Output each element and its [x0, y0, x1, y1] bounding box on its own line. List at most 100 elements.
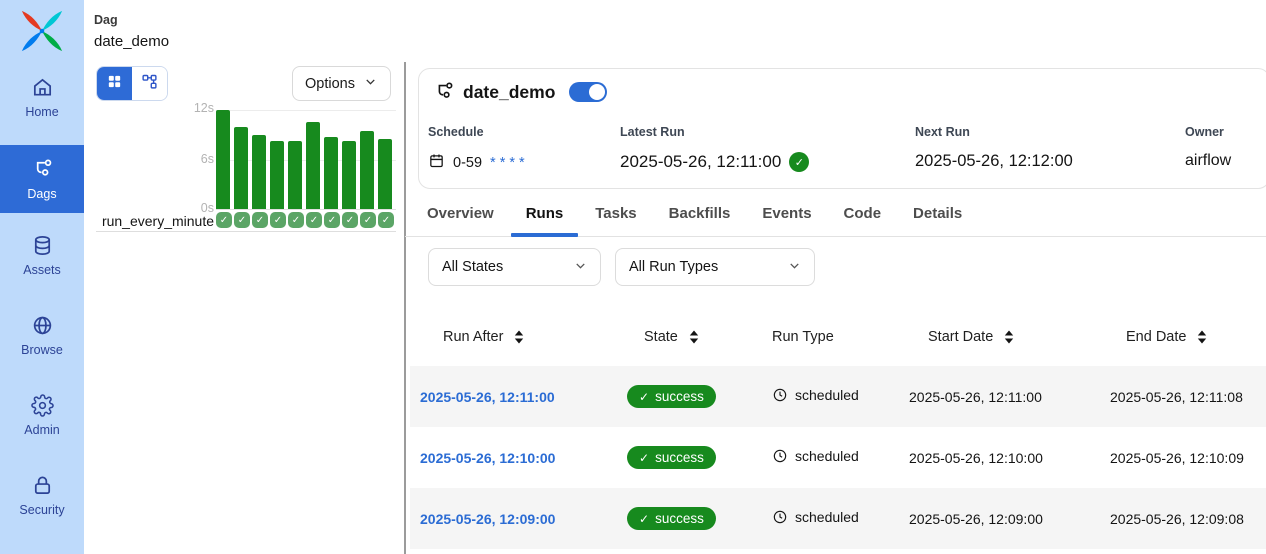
table-row: 2025-05-26, 12:09:00✓successscheduled202… — [410, 488, 1266, 549]
options-button-label: Options — [305, 76, 355, 92]
sidebar-item-label: Dags — [27, 187, 56, 201]
column-header-state[interactable]: State — [617, 329, 762, 345]
duration-bar[interactable] — [324, 137, 338, 209]
tab-tasks[interactable]: Tasks — [580, 203, 651, 236]
latest-run-value[interactable]: 2025-05-26, 12:11:00 — [620, 152, 781, 172]
column-header-start-date[interactable]: Start Date — [899, 329, 1100, 345]
sidebar-item-browse[interactable]: Browse — [0, 306, 84, 364]
run-type-filter-select[interactable]: All Run Types — [615, 248, 815, 286]
task-instance-success-box[interactable]: ✓ — [234, 212, 250, 228]
schedule-value: 0-59 — [453, 155, 482, 171]
sidebar-item-security[interactable]: Security — [0, 466, 84, 524]
column-header-label: Start Date — [928, 329, 993, 345]
run-after-link[interactable]: 2025-05-26, 12:09:00 — [420, 511, 555, 527]
field-next-run: Next Run 2025-05-26, 12:12:00 — [915, 125, 1073, 171]
column-header-label: Run After — [443, 329, 503, 345]
tab-details[interactable]: Details — [898, 203, 977, 236]
run-type-filter-value: All Run Types — [629, 259, 718, 275]
home-icon — [31, 76, 54, 99]
column-header-end-date[interactable]: End Date — [1100, 329, 1266, 345]
sidebar-item-label: Assets — [23, 263, 61, 277]
run-after-link[interactable]: 2025-05-26, 12:11:00 — [420, 389, 555, 405]
sidebar-item-dags[interactable]: Dags — [0, 145, 84, 213]
tab-code[interactable]: Code — [829, 203, 897, 236]
run-type-label: scheduled — [795, 387, 859, 403]
sort-icon[interactable] — [688, 329, 700, 345]
table-row: 2025-05-26, 12:11:00 ✓ success scheduled 202… — [410, 366, 1266, 427]
duration-bar[interactable] — [342, 141, 356, 209]
run-after-link[interactable]: 2025-05-26, 12:10:00 — [420, 450, 555, 466]
tab-events[interactable]: Events — [747, 203, 826, 236]
success-check-icon: ✓ — [789, 152, 809, 172]
duration-bar[interactable] — [288, 141, 302, 209]
dag-name-title: date_demo — [463, 82, 555, 103]
table-row: 2025-05-26, 12:10:00✓successscheduled202… — [410, 427, 1266, 488]
sidebar-item-assets[interactable]: Assets — [0, 226, 84, 284]
dag-pause-toggle[interactable] — [569, 82, 607, 102]
sort-icon[interactable] — [513, 329, 525, 345]
end-date-cell: 2025-05-26, 12:09:08 — [1100, 511, 1266, 527]
duration-bar[interactable] — [378, 139, 392, 209]
check-icon: ✓ — [639, 390, 649, 404]
task-instance-success-box[interactable]: ✓ — [270, 212, 286, 228]
task-label: run_every_minute — [84, 213, 214, 229]
task-instance-success-box[interactable]: ✓ — [288, 212, 304, 228]
y-axis-tick: 6s — [186, 152, 214, 166]
tab-backfills[interactable]: Backfills — [654, 203, 746, 236]
schedule-cron-stars: * * * * — [490, 155, 525, 171]
panel-splitter[interactable] — [404, 62, 406, 554]
column-header-label: State — [644, 329, 678, 345]
state-filter-value: All States — [442, 259, 503, 275]
field-label: Latest Run — [620, 125, 809, 139]
column-header-run-after[interactable]: Run After — [410, 329, 617, 345]
field-label: Owner — [1185, 125, 1231, 139]
calendar-icon — [428, 152, 445, 173]
tab-overview[interactable]: Overview — [412, 203, 509, 236]
duration-bar[interactable] — [360, 131, 374, 209]
graph-view-button[interactable] — [132, 67, 167, 100]
run-type-cell: scheduled — [772, 387, 859, 403]
grid-view-button[interactable] — [97, 67, 132, 100]
duration-bar[interactable] — [252, 135, 266, 209]
sidebar-item-admin[interactable]: Admin — [0, 386, 84, 444]
task-instance-success-box[interactable]: ✓ — [216, 212, 232, 228]
state-label: success — [655, 389, 704, 404]
sidebar-item-label: Security — [19, 503, 64, 517]
task-instance-success-box[interactable]: ✓ — [252, 212, 268, 228]
task-instance-success-box[interactable]: ✓ — [378, 212, 394, 228]
start-date-cell: 2025-05-26, 12:11:00 — [899, 389, 1100, 405]
duration-bar[interactable] — [234, 127, 248, 210]
field-latest-run: Latest Run 2025-05-26, 12:11:00 ✓ — [620, 125, 809, 172]
task-instance-success-box[interactable]: ✓ — [306, 212, 322, 228]
run-type-cell: scheduled — [772, 509, 859, 525]
options-button[interactable]: Options — [292, 66, 391, 101]
run-type-label: scheduled — [795, 509, 859, 525]
tab-runs[interactable]: Runs — [511, 203, 579, 236]
chevron-down-icon — [787, 258, 802, 277]
task-instance-success-box[interactable]: ✓ — [342, 212, 358, 228]
run-type-cell: scheduled — [772, 448, 859, 464]
state-label: success — [655, 511, 704, 526]
y-axis-tick: 12s — [186, 101, 214, 115]
sort-icon[interactable] — [1196, 329, 1208, 345]
state-filter-select[interactable]: All States — [428, 248, 601, 286]
duration-bar[interactable] — [306, 122, 320, 209]
duration-bar-chart — [216, 110, 396, 210]
duration-bar[interactable] — [270, 141, 284, 209]
task-instance-success-box[interactable]: ✓ — [324, 212, 340, 228]
bar-series — [216, 110, 396, 209]
airflow-logo-icon[interactable] — [19, 8, 65, 54]
dag-icon — [433, 81, 455, 103]
table-header-row: Run AfterStateRun TypeStart DateEnd Date — [410, 308, 1266, 366]
task-instance-success-box[interactable]: ✓ — [360, 212, 376, 228]
sidebar-item-home[interactable]: Home — [0, 68, 84, 126]
gear-icon — [31, 394, 54, 417]
globe-icon — [31, 314, 54, 337]
divider — [96, 231, 396, 232]
clock-icon — [772, 387, 788, 403]
sort-icon[interactable] — [1003, 329, 1015, 345]
tab-bar: OverviewRunsTasksBackfillsEventsCodeDeta… — [405, 203, 1266, 237]
end-date-cell: 2025-05-26, 12:10:09 — [1100, 450, 1266, 466]
duration-bar[interactable] — [216, 110, 230, 209]
airflow-app: HomeDagsAssetsBrowseAdminSecurity Dag da… — [0, 0, 1266, 554]
